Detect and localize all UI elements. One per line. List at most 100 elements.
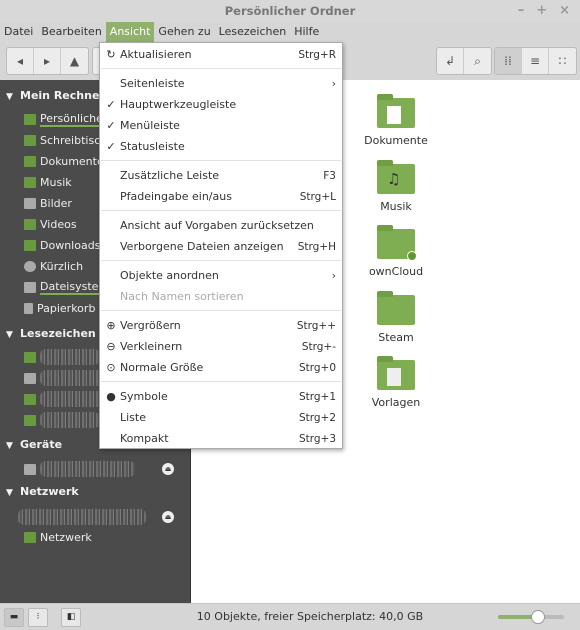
zoom-slider-handle[interactable]: [530, 610, 545, 624]
menu-item-symbole[interactable]: ● Symbole Strg+1: [100, 386, 342, 407]
templates-folder-icon: [377, 356, 415, 390]
title-bar: Persönlicher Ordner – + ×: [0, 0, 580, 22]
menu-item-label: Vergrößern: [120, 319, 181, 332]
submenu-arrow-icon: ›: [331, 269, 336, 282]
folder-dokumente[interactable]: Dokumente: [356, 94, 436, 147]
eject-icon[interactable]: ⏏: [162, 463, 174, 475]
status-bar: ▬ ⁝ ◧ 10 Objekte, freier Speicherplatz: …: [0, 603, 580, 629]
menu-item-vergrößern[interactable]: ⊕ Vergrößern Strg++: [100, 315, 342, 336]
network-share-item[interactable]: [18, 509, 146, 525]
toggle-sidebar-icon[interactable]: ◧: [61, 608, 81, 627]
list-view-icon[interactable]: ≡: [522, 48, 549, 74]
menu-hilfe[interactable]: Hilfe: [290, 22, 323, 42]
menu-item-label: Menüleiste: [120, 119, 180, 132]
sidebar-item-papierkorb[interactable]: Papierkorb: [24, 299, 95, 317]
folder-musik[interactable]: ♫ Musik: [356, 160, 436, 213]
show-places-icon[interactable]: ▬: [4, 608, 24, 627]
menu-ansicht[interactable]: Ansicht: [105, 22, 155, 42]
menu-item-verborgene-dateien-anzeigen[interactable]: Verborgene Dateien anzeigen Strg+H: [100, 236, 342, 257]
back-icon[interactable]: ◂: [7, 48, 34, 74]
bookmark-item[interactable]: [24, 390, 105, 408]
menu-item-label: Hauptwerkzeugleiste: [120, 98, 237, 111]
search-icon[interactable]: ⌕: [464, 48, 491, 74]
sidebar-item-dateisystem[interactable]: Dateisystem: [24, 278, 110, 296]
bookmark-item[interactable]: [24, 411, 100, 429]
menu-gehen-zu[interactable]: Gehen zu: [154, 22, 214, 42]
bookmark-item[interactable]: [24, 369, 110, 387]
shortcut-label: Strg+3: [298, 432, 336, 445]
menu-item-statusleiste[interactable]: ✓ Statusleiste: [100, 136, 342, 157]
menu-separator: [100, 257, 342, 265]
section-netzwerk[interactable]: ▼ Netzwerk: [6, 485, 79, 498]
sidebar-item-schreibtisch[interactable]: Schreibtisch: [24, 131, 107, 149]
menu-item-ansicht-auf-vorgaben-zurücksetzen[interactable]: Ansicht auf Vorgaben zurücksetzen: [100, 215, 342, 236]
menu-item-kompakt[interactable]: Kompakt Strg+3: [100, 428, 342, 449]
submenu-arrow-icon: ›: [331, 77, 336, 90]
icon-view-icon[interactable]: ⁞⁞: [495, 48, 522, 74]
menu-item-zusätzliche-leiste[interactable]: Zusätzliche Leiste F3: [100, 165, 342, 186]
menu-separator: [100, 157, 342, 165]
folder-owncloud[interactable]: ownCloud: [356, 225, 436, 278]
sidebar-item-netzwerk[interactable]: Netzwerk: [24, 528, 92, 546]
sidebar-item-persoenlicher-ordner[interactable]: Persönlicher: [24, 110, 108, 128]
section-mein-rechner[interactable]: ▼ Mein Rechner: [6, 89, 105, 102]
maximize-icon[interactable]: +: [536, 0, 547, 22]
menu-item-label: Objekte anordnen: [120, 269, 219, 282]
menu-item-pfadeingabe-ein-aus[interactable]: Pfadeingabe ein/aus Strg+L: [100, 186, 342, 207]
menu-item-verkleinern[interactable]: ⊖ Verkleinern Strg+-: [100, 336, 342, 357]
sidebar-item-musik[interactable]: Musik: [24, 173, 72, 191]
section-geraete[interactable]: ▼ Geräte: [6, 438, 62, 451]
minimize-icon[interactable]: –: [518, 0, 525, 22]
sidebar-item-dokumente[interactable]: Dokumente: [24, 152, 104, 170]
menu-separator: [100, 378, 342, 386]
zoom-in-icon: ⊕: [106, 319, 116, 332]
menu-item-hauptwerkzeugleiste[interactable]: ✓ Hauptwerkzeugleiste: [100, 94, 342, 115]
menu-item-label: Aktualisieren: [120, 48, 192, 61]
sidebar-item-kuerzlich[interactable]: Kürzlich: [24, 257, 83, 275]
up-icon[interactable]: ▲: [61, 48, 88, 74]
menu-datei[interactable]: Datei: [0, 22, 37, 42]
eject-icon[interactable]: ⏏: [162, 511, 174, 523]
menu-item-menüleiste[interactable]: ✓ Menüleiste: [100, 115, 342, 136]
zoom-slider[interactable]: [498, 610, 564, 624]
menu-item-liste[interactable]: Liste Strg+2: [100, 407, 342, 428]
status-text: 10 Objekte, freier Speicherplatz: 40,0 G…: [196, 610, 424, 623]
menu-item-label: Nach Namen sortieren: [120, 290, 244, 303]
section-lesezeichen[interactable]: ▼ Lesezeichen: [6, 327, 96, 340]
menu-item-aktualisieren[interactable]: ↻ Aktualisieren Strg+R: [100, 44, 342, 65]
shortcut-label: Strg+1: [298, 390, 336, 403]
folder-steam[interactable]: Steam: [356, 291, 436, 344]
toggle-location-icon[interactable]: ↲: [437, 48, 464, 74]
checkmark-icon: ✓: [106, 119, 116, 132]
compact-view-icon[interactable]: ∷: [549, 48, 576, 74]
folder-vorlagen[interactable]: Vorlagen: [356, 356, 436, 409]
shortcut-label: Strg+R: [298, 48, 336, 61]
menu-item-label: Statusleiste: [120, 140, 185, 153]
sidebar-item-downloads[interactable]: Downloads: [24, 236, 100, 254]
forward-icon[interactable]: ▸: [34, 48, 61, 74]
menu-item-label: Zusätzliche Leiste: [120, 169, 220, 182]
menu-separator: [100, 65, 342, 73]
menu-item-seitenleiste[interactable]: Seitenleiste ›: [100, 73, 342, 94]
menu-item-normale-größe[interactable]: ⊙ Normale Größe Strg+0: [100, 357, 342, 378]
menu-separator: [100, 207, 342, 215]
sidebar-item-bilder[interactable]: Bilder: [24, 194, 72, 212]
owncloud-folder-icon: [377, 225, 417, 261]
close-icon[interactable]: ×: [559, 0, 570, 22]
menu-item-nach-namen-sortieren: Nach Namen sortieren: [100, 286, 342, 307]
checkmark-icon: ✓: [106, 98, 116, 111]
shortcut-label: Strg+H: [297, 240, 336, 253]
menu-item-objekte-anordnen[interactable]: Objekte anordnen ›: [100, 265, 342, 286]
zoom-reset-icon: ⊙: [106, 361, 116, 374]
menu-bearbeiten[interactable]: Bearbeiten: [37, 22, 105, 42]
menu-item-label: Pfadeingabe ein/aus: [120, 190, 232, 203]
menu-item-label: Liste: [120, 411, 146, 424]
bookmark-item[interactable]: [24, 348, 100, 366]
sidebar-item-videos[interactable]: Videos: [24, 215, 77, 233]
show-tree-icon[interactable]: ⁝: [28, 608, 48, 627]
menu-item-label: Verkleinern: [120, 340, 183, 353]
menu-item-label: Kompakt: [120, 432, 169, 445]
shortcut-label: Strg+0: [298, 361, 336, 374]
menu-lesezeichen[interactable]: Lesezeichen: [215, 22, 291, 42]
device-item[interactable]: [24, 460, 135, 478]
